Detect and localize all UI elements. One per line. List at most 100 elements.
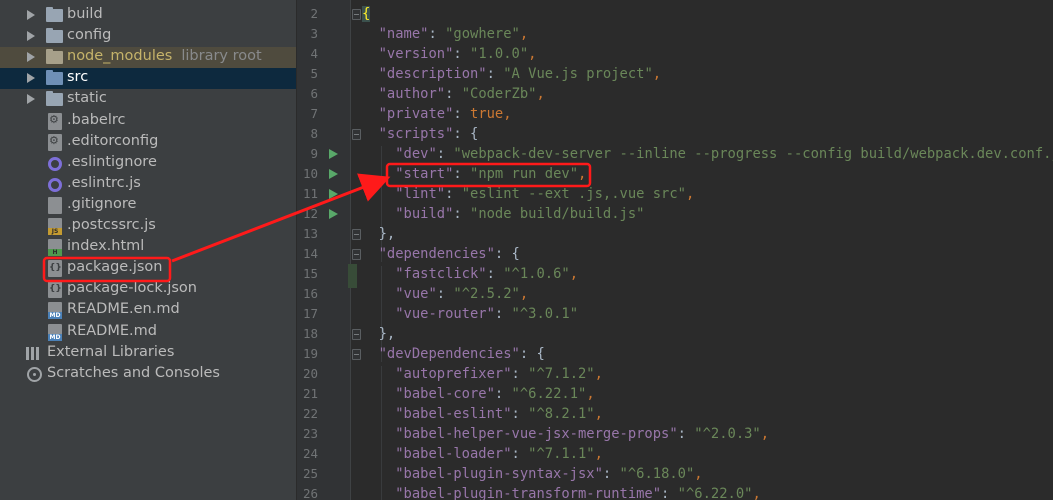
run-script-icon[interactable] [329, 149, 338, 159]
line-number: 14 [302, 246, 318, 261]
fold-marker-icon[interactable] [352, 349, 361, 360]
line-number: 4 [310, 46, 318, 61]
fold-marker-icon[interactable] [352, 249, 361, 260]
code-token-key: "babel-eslint" [395, 406, 512, 422]
code-token-str: "^7.1.1" [528, 446, 595, 462]
tree-item-package-json[interactable]: package.json [0, 258, 296, 279]
code-token-str: "A Vue.js project" [503, 66, 653, 82]
expand-arrow-icon[interactable] [27, 94, 35, 105]
code-token-str: "1.0.0" [470, 46, 529, 62]
run-script-icon[interactable] [329, 169, 338, 179]
code-token-punc: , [536, 86, 545, 102]
tree-item-static[interactable]: static [0, 89, 296, 110]
code-line[interactable]: "version": "1.0.0", [362, 44, 537, 64]
code-token-key: "autoprefixer" [395, 366, 512, 382]
tree-item-gitignore[interactable]: .gitignore [0, 195, 296, 216]
tree-item-label: .eslintrc.js [67, 174, 141, 191]
code-line[interactable]: "babel-plugin-transform-runtime": "^6.22… [362, 484, 761, 500]
code-token-key: "description" [378, 66, 487, 82]
fold-marker-icon[interactable] [352, 229, 361, 240]
code-token-key: "start" [395, 166, 454, 182]
tree-item-external-libraries[interactable]: External Libraries [0, 343, 296, 364]
tree-item-build[interactable]: build [0, 5, 296, 26]
code-line[interactable]: "scripts": { [362, 124, 479, 144]
tree-item-eslintignore[interactable]: .eslintignore [0, 153, 296, 174]
code-line[interactable]: "dev": "webpack-dev-server --inline --pr… [362, 144, 1053, 164]
code-line[interactable]: "private": true, [362, 104, 512, 124]
code-line[interactable]: }, [362, 224, 396, 244]
code-token-plain: : { [494, 246, 520, 262]
tree-item-label: package.json [67, 259, 163, 276]
tree-item-label: .editorconfig [67, 132, 159, 149]
expand-arrow-icon[interactable] [27, 31, 35, 42]
line-number: 21 [302, 386, 318, 401]
code-token-key: "vue" [395, 286, 437, 302]
tree-item-label: Scratches and Consoles [47, 364, 220, 381]
code-line[interactable]: "description": "A Vue.js project", [362, 64, 661, 84]
tree-item-label: README.md [67, 322, 157, 339]
tree-item-editorconfig[interactable]: .editorconfig [0, 132, 296, 153]
fold-marker-icon[interactable] [352, 329, 361, 340]
code-token-plain: : [453, 166, 471, 182]
scratches-icon [27, 366, 42, 382]
fold-marker-icon[interactable] [352, 129, 361, 140]
expand-arrow-icon[interactable] [27, 52, 35, 63]
tree-item-babelrc[interactable]: .babelrc [0, 111, 296, 132]
code-token-plain: : [453, 46, 471, 62]
code-token-plain: : [494, 386, 512, 402]
code-line[interactable]: "name": "gowhere", [362, 24, 529, 44]
libraries-icon [26, 346, 43, 360]
tree-item-eslintrc-js[interactable]: .eslintrc.js [0, 174, 296, 195]
code-line[interactable]: "build": "node build/build.js" [362, 204, 644, 224]
code-editor[interactable]: { "name": "gowhere", "version": "1.0.0",… [351, 0, 1053, 500]
run-script-icon[interactable] [329, 189, 338, 199]
tree-item-package-lock-json[interactable]: package-lock.json [0, 279, 296, 300]
code-line[interactable]: "autoprefixer": "^7.1.2", [362, 364, 603, 384]
tree-item-config[interactable]: config [0, 26, 296, 47]
code-token-punc: , [519, 286, 529, 302]
tree-item-scratches-and-consoles[interactable]: Scratches and Consoles [0, 364, 296, 385]
code-line[interactable]: { [362, 4, 371, 24]
markdown-file-icon [48, 302, 62, 320]
tree-item-index-html[interactable]: index.html [0, 237, 296, 258]
code-line[interactable]: "dependencies": { [362, 244, 520, 264]
code-token-plain: : [602, 466, 620, 482]
code-line[interactable]: "vue": "^2.5.2", [362, 284, 528, 304]
code-token-key: "author" [378, 86, 446, 102]
code-line[interactable]: "devDependencies": { [362, 344, 545, 364]
code-token-plain: : [661, 486, 678, 500]
tree-item-postcssrc-js[interactable]: .postcssrc.js [0, 216, 296, 237]
line-number: 10 [302, 166, 318, 181]
code-token-plain: : [453, 106, 471, 122]
code-line[interactable]: "babel-helper-vue-jsx-merge-props": "^2.… [362, 424, 769, 444]
expand-arrow-icon[interactable] [27, 73, 35, 84]
code-token-key: "vue-router" [395, 306, 495, 322]
expand-arrow-icon[interactable] [27, 10, 35, 20]
tree-item-node-modules[interactable]: node_modules library root [0, 47, 296, 69]
tree-item-readme-en-md[interactable]: README.en.md [0, 300, 296, 321]
code-line[interactable]: "lint": "eslint --ext .js,.vue src", [362, 184, 694, 204]
code-line[interactable]: "babel-core": "^6.22.1", [362, 384, 594, 404]
run-script-icon[interactable] [329, 209, 338, 219]
tree-item-src[interactable]: src [0, 68, 296, 90]
code-line[interactable]: "babel-eslint": "^8.2.1", [362, 404, 603, 424]
code-line[interactable]: }, [362, 324, 396, 344]
code-line[interactable]: "babel-loader": "^7.1.1", [362, 444, 603, 464]
code-line[interactable]: "author": "CoderZb", [362, 84, 545, 104]
code-line[interactable]: "babel-plugin-syntax-jsx": "^6.18.0", [362, 464, 702, 484]
code-line[interactable]: "fastclick": "^1.0.6", [362, 264, 578, 284]
tree-item-readme-md[interactable]: README.md [0, 322, 296, 343]
code-token-key: "scripts" [378, 126, 454, 142]
code-line[interactable]: "start": "npm run dev", [362, 164, 586, 184]
code-line[interactable]: "vue-router": "^3.0.1" [362, 304, 578, 324]
eslint-icon [48, 156, 62, 171]
fold-marker-icon[interactable] [352, 9, 361, 20]
